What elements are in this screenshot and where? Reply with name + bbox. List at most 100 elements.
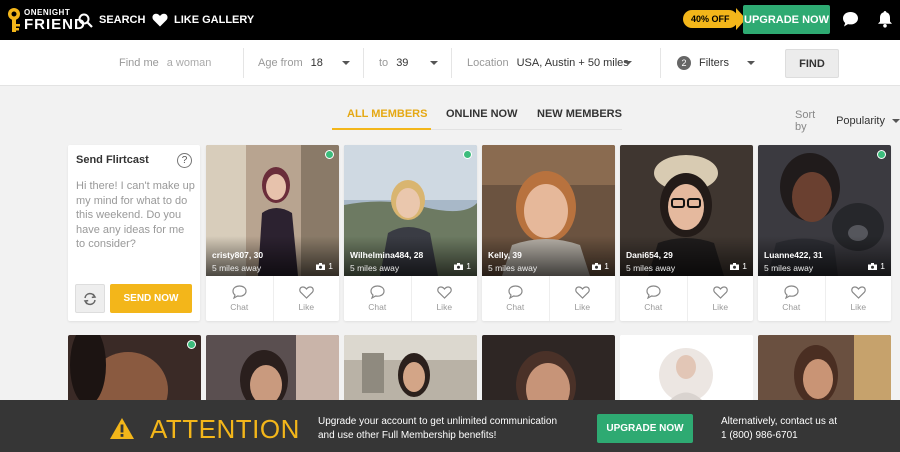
photo-count-value: 1 bbox=[880, 261, 885, 271]
member-distance: 5 miles away bbox=[764, 263, 814, 273]
attention-title: ATTENTION bbox=[150, 414, 300, 444]
like-button[interactable]: Like bbox=[824, 276, 892, 321]
filters-label: Filters bbox=[699, 57, 729, 69]
like-label: Like bbox=[850, 301, 867, 312]
heart-icon bbox=[152, 13, 168, 27]
location-label: Location bbox=[467, 57, 509, 69]
member-photo-card[interactable] bbox=[68, 335, 201, 405]
chevron-down-icon[interactable] bbox=[747, 61, 755, 65]
heart-outline-icon bbox=[712, 285, 728, 299]
member-distance: 5 miles away bbox=[212, 263, 262, 273]
member-photo[interactable]: Dani654, 29 5 miles away 1 bbox=[620, 145, 753, 276]
chat-bubble-icon bbox=[646, 285, 661, 299]
camera-icon bbox=[316, 262, 326, 270]
like-button[interactable]: Like bbox=[410, 276, 478, 321]
member-card[interactable]: cristy807, 30 5 miles away 1 Chat Like bbox=[206, 145, 339, 321]
send-now-button[interactable]: SEND NOW bbox=[110, 284, 192, 313]
location-select[interactable]: Location USA, Austin + 50 miles bbox=[467, 40, 629, 86]
member-card[interactable]: Luanne422, 31 5 miles away 1 Chat Like bbox=[758, 145, 891, 321]
photo-count-value: 1 bbox=[328, 261, 333, 271]
divider bbox=[451, 48, 452, 78]
chevron-down-icon[interactable] bbox=[342, 61, 350, 65]
top-navigation: ONENIGHT FRIEND SEARCH LIKE GALLERY 40% … bbox=[0, 0, 900, 40]
tab-all-members[interactable]: ALL MEMBERS bbox=[347, 108, 427, 120]
member-photo-image bbox=[620, 335, 753, 405]
nav-search-link[interactable]: SEARCH bbox=[78, 11, 145, 29]
refresh-message-button[interactable] bbox=[75, 284, 105, 313]
chat-button[interactable]: Chat bbox=[344, 276, 411, 321]
member-name: Luanne422 bbox=[764, 250, 809, 260]
find-button[interactable]: FIND bbox=[785, 49, 839, 78]
sort-label: Sort by bbox=[795, 109, 816, 133]
attention-upgrade-button[interactable]: UPGRADE NOW bbox=[597, 414, 693, 443]
chat-button[interactable]: Chat bbox=[482, 276, 549, 321]
divider bbox=[243, 48, 244, 78]
chat-button[interactable]: Chat bbox=[620, 276, 687, 321]
member-age: 29 bbox=[663, 250, 673, 260]
member-actions: Chat Like bbox=[620, 276, 753, 321]
member-actions: Chat Like bbox=[758, 276, 891, 321]
sort-select[interactable]: Sort by Popularity bbox=[795, 109, 900, 133]
like-button[interactable]: Like bbox=[272, 276, 340, 321]
member-photo[interactable]: cristy807, 30 5 miles away 1 bbox=[206, 145, 339, 276]
age-from-select[interactable]: Age from 18 bbox=[258, 40, 323, 86]
logo[interactable]: ONENIGHT FRIEND bbox=[6, 5, 85, 35]
member-distance: 5 miles away bbox=[626, 263, 676, 273]
chevron-down-icon[interactable] bbox=[430, 61, 438, 65]
notifications-bell-icon[interactable] bbox=[877, 10, 893, 28]
nav-like-gallery-link[interactable]: LIKE GALLERY bbox=[152, 11, 254, 29]
member-photo[interactable]: Wilhelmina484, 28 5 miles away 1 bbox=[344, 145, 477, 276]
member-actions: Chat Like bbox=[206, 276, 339, 321]
chevron-down-icon[interactable] bbox=[624, 61, 632, 65]
member-card[interactable]: Kelly, 39 5 miles away 1 Chat Like bbox=[482, 145, 615, 321]
help-icon[interactable]: ? bbox=[177, 153, 192, 168]
like-button[interactable]: Like bbox=[686, 276, 754, 321]
like-label: Like bbox=[712, 301, 729, 312]
chat-button[interactable]: Chat bbox=[206, 276, 273, 321]
member-photo-card[interactable] bbox=[758, 335, 891, 405]
like-label: Like bbox=[574, 301, 591, 312]
contact-phone[interactable]: 1 (800) 986-6701 bbox=[721, 429, 837, 443]
age-to-select[interactable]: to 39 bbox=[379, 40, 408, 86]
nav-search-label: SEARCH bbox=[99, 14, 146, 26]
photo-count: 1 bbox=[730, 261, 747, 271]
member-distance: 5 miles away bbox=[350, 263, 400, 273]
find-me-field[interactable]: Find me a woman bbox=[119, 40, 211, 86]
member-name: Kelly bbox=[488, 250, 508, 260]
heart-outline-icon bbox=[298, 285, 314, 299]
member-photo-card[interactable] bbox=[482, 335, 615, 405]
tab-online-now[interactable]: ONLINE NOW bbox=[446, 108, 518, 120]
chat-button[interactable]: Chat bbox=[758, 276, 825, 321]
member-photo[interactable]: Kelly, 39 5 miles away 1 bbox=[482, 145, 615, 276]
member-name: cristy807 bbox=[212, 250, 249, 260]
member-photo[interactable]: Luanne422, 31 5 miles away 1 bbox=[758, 145, 891, 276]
filters-count-badge: 2 bbox=[677, 56, 691, 70]
chat-label: Chat bbox=[506, 302, 525, 312]
like-button[interactable]: Like bbox=[548, 276, 616, 321]
camera-icon bbox=[868, 262, 878, 270]
messages-icon[interactable] bbox=[842, 11, 859, 28]
chat-bubble-icon bbox=[232, 285, 247, 299]
member-card[interactable]: Dani654, 29 5 miles away 1 Chat Like bbox=[620, 145, 753, 321]
chat-bubble-icon bbox=[784, 285, 799, 299]
member-card[interactable]: Wilhelmina484, 28 5 miles away 1 Chat Li… bbox=[344, 145, 477, 321]
member-photo-card[interactable] bbox=[344, 335, 477, 405]
contact-info: Alternatively, contact us at 1 (800) 986… bbox=[721, 415, 837, 443]
tab-new-members[interactable]: NEW MEMBERS bbox=[537, 108, 622, 120]
photo-count: 1 bbox=[868, 261, 885, 271]
attention-message: Upgrade your account to get unlimited co… bbox=[318, 415, 578, 443]
attention-line-1: Upgrade your account to get unlimited co… bbox=[318, 416, 558, 427]
more-filters-select[interactable]: 2 Filters bbox=[677, 40, 729, 86]
location-value: USA, Austin + 50 miles bbox=[516, 57, 629, 69]
photo-count: 1 bbox=[592, 261, 609, 271]
like-label: Like bbox=[298, 301, 315, 312]
member-age: 30 bbox=[253, 250, 264, 260]
discount-promo[interactable]: 40% OFF bbox=[683, 8, 746, 30]
upgrade-now-button[interactable]: UPGRADE NOW bbox=[743, 5, 830, 34]
chat-label: Chat bbox=[368, 302, 387, 312]
online-status-dot bbox=[325, 150, 334, 159]
member-photo-card[interactable] bbox=[206, 335, 339, 405]
member-photo-card[interactable] bbox=[620, 335, 753, 405]
chat-bubble-icon bbox=[370, 285, 385, 299]
member-photo-image bbox=[758, 335, 891, 405]
